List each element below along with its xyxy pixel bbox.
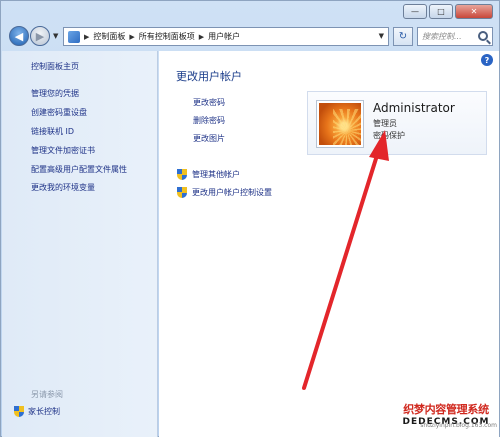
sidebar-item-create-reset-disk[interactable]: 创建密码重设盘 (31, 107, 87, 118)
back-button[interactable]: ◀ (9, 26, 29, 46)
maximize-button[interactable]: □ (429, 4, 453, 19)
user-account-card: Administrator 管理员 密码保护 (307, 91, 487, 155)
sidebar-item-environment-variables[interactable]: 更改我的环境变量 (31, 182, 95, 193)
sidebar-item-link-online-id[interactable]: 链接联机 ID (31, 126, 74, 137)
sidebar-item-control-panel-home[interactable]: 控制面板主页 (31, 61, 79, 72)
forward-button[interactable]: ▶ (30, 26, 50, 46)
address-bar[interactable]: ▶ 控制面板 ▶ 所有控制面板项 ▶ 用户帐户 ▼ (63, 27, 389, 46)
watermark-chinese: 织梦内容管理系统 (403, 403, 489, 416)
uac-shield-icon (177, 187, 187, 198)
remove-password-link[interactable]: 删除密码 (193, 115, 225, 126)
sidebar-item-manage-credentials[interactable]: 管理您的凭据 (31, 88, 79, 99)
user-avatar (317, 101, 363, 147)
recent-pages-dropdown[interactable]: ▼ (53, 32, 58, 40)
chevron-right-icon[interactable]: ▶ (129, 33, 134, 41)
window-controls: — □ ✕ (403, 4, 493, 19)
minimize-button[interactable]: — (403, 4, 427, 19)
account-role: 管理员 (373, 119, 397, 128)
account-status: 密码保护 (373, 131, 405, 140)
change-picture-link[interactable]: 更改图片 (193, 133, 225, 144)
breadcrumb-control-panel[interactable]: 控制面板 (93, 31, 125, 42)
breadcrumb-user-accounts[interactable]: 用户帐户 (208, 31, 240, 42)
navigation-bar: ◀ ▶ ▼ ▶ 控制面板 ▶ 所有控制面板项 ▶ 用户帐户 ▼ ↻ 搜索控制..… (1, 23, 499, 51)
search-input[interactable]: 搜索控制... (417, 27, 493, 46)
uac-settings-link[interactable]: 更改用户帐户控制设置 (177, 187, 272, 198)
uac-settings-label[interactable]: 更改用户帐户控制设置 (192, 187, 272, 198)
sidebar-item-advanced-profile[interactable]: 配置高级用户配置文件属性 (31, 164, 127, 175)
watermark-url: shuziyinpin.blog.163.com (420, 422, 497, 429)
search-icon[interactable] (478, 31, 488, 41)
page-title: 更改用户帐户 (176, 70, 242, 83)
manage-other-accounts-label[interactable]: 管理其他帐户 (192, 169, 240, 180)
search-placeholder: 搜索控制... (422, 32, 462, 41)
refresh-button[interactable]: ↻ (393, 27, 413, 46)
title-bar: — □ ✕ (1, 1, 499, 23)
control-panel-icon (68, 30, 80, 43)
see-also-heading: 另请参阅 (31, 390, 63, 399)
parental-control-label[interactable]: 家长控制 (28, 406, 60, 417)
breadcrumb-all-items[interactable]: 所有控制面板项 (139, 31, 195, 42)
main-content: ? 更改用户帐户 更改密码 删除密码 更改图片 管理其他帐户 更改用户帐户控制设… (159, 51, 499, 437)
chevron-right-icon[interactable]: ▶ (84, 33, 89, 41)
sidebar: 控制面板主页 管理您的凭据 创建密码重设盘 链接联机 ID 管理文件加密证书 配… (2, 51, 158, 437)
address-dropdown-icon[interactable]: ▼ (379, 32, 384, 40)
uac-shield-icon (14, 406, 24, 417)
watermark: 织梦内容管理系统 DEDECMS.COM (393, 401, 499, 437)
sidebar-item-encryption-certificates[interactable]: 管理文件加密证书 (31, 145, 95, 156)
manage-other-accounts-link[interactable]: 管理其他帐户 (177, 169, 240, 180)
chevron-right-icon[interactable]: ▶ (199, 33, 204, 41)
account-name: Administrator (373, 101, 455, 115)
help-icon[interactable]: ? (481, 54, 493, 66)
control-panel-window: — □ ✕ ◀ ▶ ▼ ▶ 控制面板 ▶ 所有控制面板项 ▶ 用户帐户 ▼ ↻ … (0, 0, 500, 437)
sidebar-item-parental-control[interactable]: 家长控制 (14, 406, 60, 417)
change-password-link[interactable]: 更改密码 (193, 97, 225, 108)
close-button[interactable]: ✕ (455, 4, 493, 19)
uac-shield-icon (177, 169, 187, 180)
